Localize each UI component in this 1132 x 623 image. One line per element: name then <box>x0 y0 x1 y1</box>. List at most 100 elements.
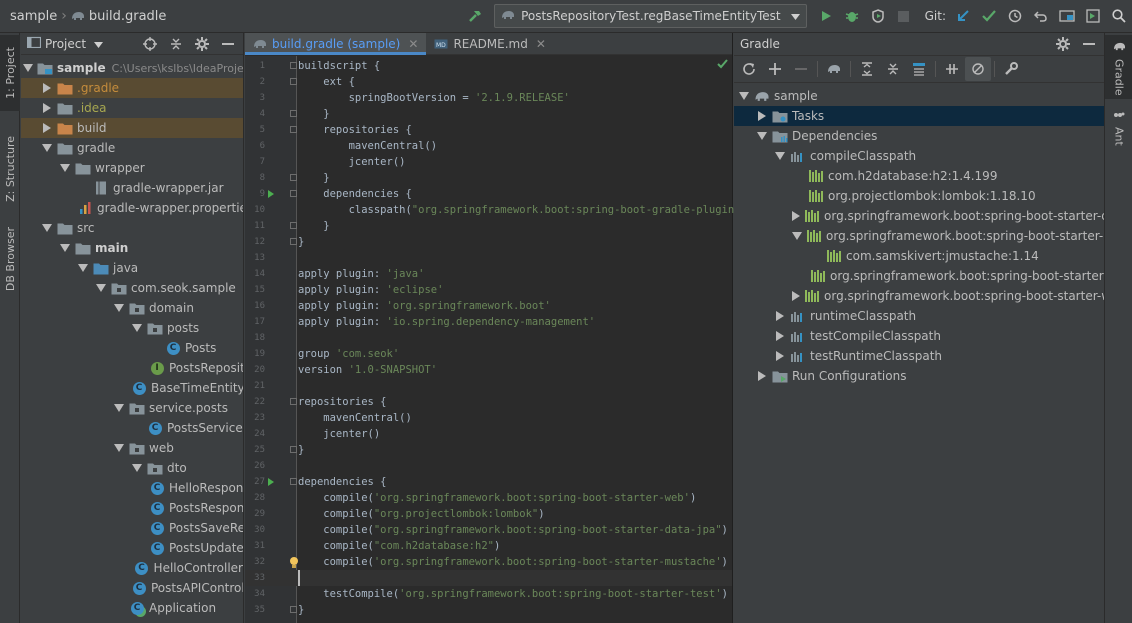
tree-item-posts[interactable]: posts <box>21 318 243 338</box>
tree-item-tasks[interactable]: Tasks <box>734 106 1104 126</box>
gear-icon[interactable] <box>189 33 215 55</box>
tab-build-gradle[interactable]: build.gradle (sample) ✕ <box>245 33 427 55</box>
editor-text-area[interactable]: 1 buildscript {2 ext {3 springBootVersion… <box>245 56 880 623</box>
collapse-all-icon[interactable] <box>880 57 906 81</box>
tree-item-basetimeentity[interactable]: C BaseTimeEntity <box>21 378 243 398</box>
execute-task-elephant-icon[interactable] <box>821 57 847 81</box>
code-line[interactable]: 26 <box>245 458 732 474</box>
fold-marker-icon[interactable] <box>290 238 297 245</box>
tree-item-run-configurations[interactable]: Run Configurations <box>734 366 1104 386</box>
tree-item-org-springframework-boot-spring-boot-starter-data-jpa[interactable]: org.springframework.boot:spring-boot-sta… <box>734 206 1104 226</box>
close-icon[interactable]: ✕ <box>408 37 418 51</box>
git-update-icon[interactable] <box>950 3 976 29</box>
run-configuration-selector[interactable]: PostsRepositoryTest.regBaseTimeEntityTes… <box>494 4 807 28</box>
chevron-down-icon[interactable] <box>95 282 107 294</box>
expand-all-icon[interactable] <box>854 57 880 81</box>
chevron-right-icon[interactable] <box>774 330 786 342</box>
tab-gradle[interactable]: Gradle <box>1105 35 1132 99</box>
code-line[interactable]: 20 version '1.0-SNAPSHOT' <box>245 362 732 378</box>
tree-item-postsrepository[interactable]: I PostsRepository <box>21 358 243 378</box>
tree-item-helloresponsedto[interactable]: C HelloResponseDto <box>21 478 243 498</box>
run-icon[interactable] <box>813 3 839 29</box>
chevron-down-icon[interactable] <box>113 402 125 414</box>
run-gutter-icon[interactable] <box>268 478 274 486</box>
debug-icon[interactable] <box>839 3 865 29</box>
tree-item-domain[interactable]: domain <box>21 298 243 318</box>
tree-item-postsapicontroller[interactable]: C PostsAPIController <box>21 578 243 598</box>
toggle-offline-icon[interactable] <box>939 57 965 81</box>
code-line[interactable]: 16 apply plugin: 'org.springframework.boo… <box>245 298 732 314</box>
tree-item-runtimeclasspath[interactable]: runtimeClasspath <box>734 306 1104 326</box>
collapse-all-icon[interactable] <box>163 33 189 55</box>
tree-item-gradle[interactable]: gradle <box>21 138 243 158</box>
fold-marker-icon[interactable] <box>290 110 297 117</box>
chevron-down-icon[interactable] <box>41 222 53 234</box>
code-line[interactable]: 3 springBootVersion = '2.1.9.RELEASE' <box>245 90 732 106</box>
fold-marker-icon[interactable] <box>290 478 297 485</box>
fold-marker-icon[interactable] <box>290 78 297 85</box>
code-line[interactable]: 22 repositories { <box>245 394 732 410</box>
close-icon[interactable]: ✕ <box>536 37 546 51</box>
hide-panel-icon[interactable] <box>1076 33 1102 55</box>
tab-db-browser[interactable]: DB Browser <box>0 219 20 299</box>
code-line[interactable]: 30 compile("org.springframework.boot:spr… <box>245 522 732 538</box>
chevron-right-icon[interactable] <box>756 110 768 122</box>
chevron-right-icon[interactable] <box>774 310 786 322</box>
tree-item-org-springframework-boot-spring-boot-starter-web-2-1-9-release[interactable]: org.springframework.boot:spring-boot-sta… <box>734 286 1104 306</box>
code-line[interactable]: 33 <box>245 570 732 586</box>
chevron-down-icon[interactable] <box>41 142 53 154</box>
chevron-down-icon[interactable] <box>131 462 143 474</box>
code-line[interactable]: 32 compile('org.springframework.boot:spr… <box>245 554 732 570</box>
tree-item-application[interactable]: C Application <box>21 598 243 618</box>
tree-item-dependencies[interactable]: Dependencies <box>734 126 1104 146</box>
project-view-selector[interactable]: Project <box>45 37 86 51</box>
chevron-right-icon[interactable] <box>41 122 53 134</box>
tree-item-java[interactable]: java <box>21 258 243 278</box>
tree-item-hellocontroller[interactable]: C HelloController <box>21 558 243 578</box>
tree-item-sample[interactable]: sample C:\Users\kslbs\IdeaProje <box>21 58 243 78</box>
code-line[interactable]: 1 buildscript { <box>245 58 732 74</box>
gear-icon[interactable] <box>1050 33 1076 55</box>
tree-item-wrapper[interactable]: wrapper <box>21 158 243 178</box>
code-line[interactable]: 31 compile("com.h2database:h2") <box>245 538 732 554</box>
tree-item-main[interactable]: main <box>21 238 243 258</box>
stop-icon[interactable] <box>891 3 917 29</box>
git-rollback-icon[interactable] <box>1028 3 1054 29</box>
chevron-right-icon[interactable] <box>792 210 800 222</box>
chevron-down-icon[interactable] <box>23 62 33 74</box>
code-line[interactable]: 14 apply plugin: 'java' <box>245 266 732 282</box>
tab-structure[interactable]: Z: Structure <box>0 121 20 217</box>
code-line[interactable]: 11 } <box>245 218 732 234</box>
code-line[interactable]: 35} <box>245 602 732 618</box>
tree-item-org-springframework-boot-spring-boot-starter-2-1-9-release[interactable]: org.springframework.boot:spring-boot-sta… <box>734 266 1104 286</box>
code-line[interactable]: 18 <box>245 330 732 346</box>
tree-item-src[interactable]: src <box>21 218 243 238</box>
chevron-down-icon[interactable] <box>113 302 125 314</box>
tree-item-com-h2database-h2-1-4-199[interactable]: com.h2database:h2:1.4.199 <box>734 166 1104 186</box>
tree-item-postsresponsedto[interactable]: C PostsResponseDto <box>21 498 243 518</box>
tree-item-com-samskivert-jmustache-1-14[interactable]: com.samskivert:jmustache:1.14 <box>734 246 1104 266</box>
git-commit-icon[interactable] <box>976 3 1002 29</box>
wrench-settings-icon[interactable] <box>998 57 1024 81</box>
breadcrumb-file[interactable]: build.gradle <box>89 9 167 24</box>
code-line[interactable]: 10 classpath("org.springframework.boot:s… <box>245 202 879 218</box>
tab-readme[interactable]: MD README.md ✕ <box>426 33 554 54</box>
code-line[interactable]: 29 compile("org.projectlombok:lombok") <box>245 506 732 522</box>
chevron-down-icon[interactable] <box>774 150 786 162</box>
code-line[interactable]: 8 } <box>245 170 732 186</box>
chevron-down-icon[interactable] <box>756 130 768 142</box>
code-line[interactable]: 21 <box>245 378 732 394</box>
fold-marker-icon[interactable] <box>290 446 297 453</box>
code-line[interactable]: 5 repositories { <box>245 122 732 138</box>
chevron-right-icon[interactable] <box>774 350 786 362</box>
chevron-down-icon[interactable] <box>792 230 802 242</box>
code-line[interactable]: 28 compile('org.springframework.boot:spr… <box>245 490 732 506</box>
tree-item-postsupdaterequestdto[interactable]: C PostsUpdateRequestDto <box>21 538 243 558</box>
code-line[interactable]: 2 ext { <box>245 74 732 90</box>
code-line[interactable]: 25} <box>245 442 732 458</box>
tree-item-sample[interactable]: sample <box>734 86 1104 106</box>
code-line[interactable]: 7 jcenter() <box>245 154 732 170</box>
chevron-down-icon[interactable] <box>131 322 143 334</box>
code-line[interactable]: 19 group 'com.seok' <box>245 346 732 362</box>
git-history-icon[interactable] <box>1002 3 1028 29</box>
